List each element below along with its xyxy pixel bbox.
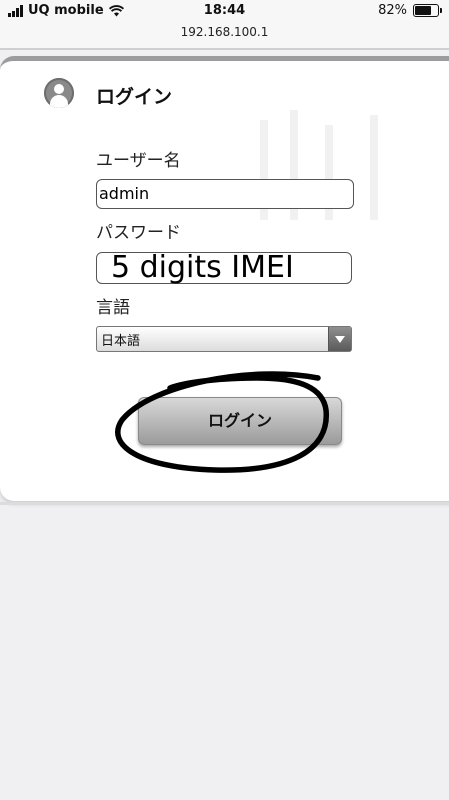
password-label: パスワード — [96, 223, 181, 243]
status-right: 82% — [378, 3, 442, 18]
status-bar: UQ mobile 18:44 82% — [0, 0, 449, 22]
watermark — [260, 110, 378, 220]
password-annotation: 5 digits IMEI — [111, 250, 294, 285]
language-selected: 日本語 — [101, 334, 141, 349]
language-label: 言語 — [96, 298, 130, 318]
battery-fill — [415, 6, 431, 15]
user-avatar-icon — [44, 78, 74, 108]
battery-percent: 82% — [378, 3, 407, 18]
chevron-down-icon[interactable] — [328, 327, 351, 351]
username-field[interactable]: admin — [96, 179, 354, 209]
login-button[interactable]: ログイン — [138, 397, 342, 445]
url-address[interactable]: 192.168.100.1 — [181, 25, 269, 39]
password-field[interactable]: 5 digits IMEI — [96, 252, 352, 284]
username-label: ユーザー名 — [96, 151, 181, 171]
divider — [0, 48, 449, 50]
panel-divider — [0, 502, 449, 505]
language-select[interactable]: 日本語 — [96, 326, 352, 352]
page-title: ログイン — [96, 86, 173, 108]
url-bar[interactable]: 192.168.100.1 — [0, 22, 449, 48]
battery-icon — [413, 4, 442, 17]
